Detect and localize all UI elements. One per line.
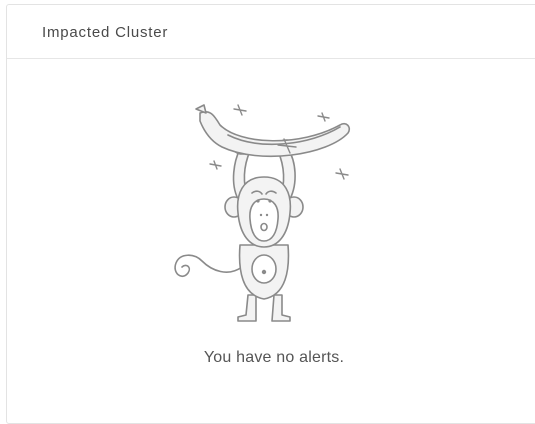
monkey-holding-banana-icon	[174, 104, 351, 322]
panel-header: Impacted Cluster	[7, 5, 535, 59]
no-alerts-message: You have no alerts.	[203, 349, 345, 366]
panel-title: Impacted Cluster	[42, 23, 169, 41]
